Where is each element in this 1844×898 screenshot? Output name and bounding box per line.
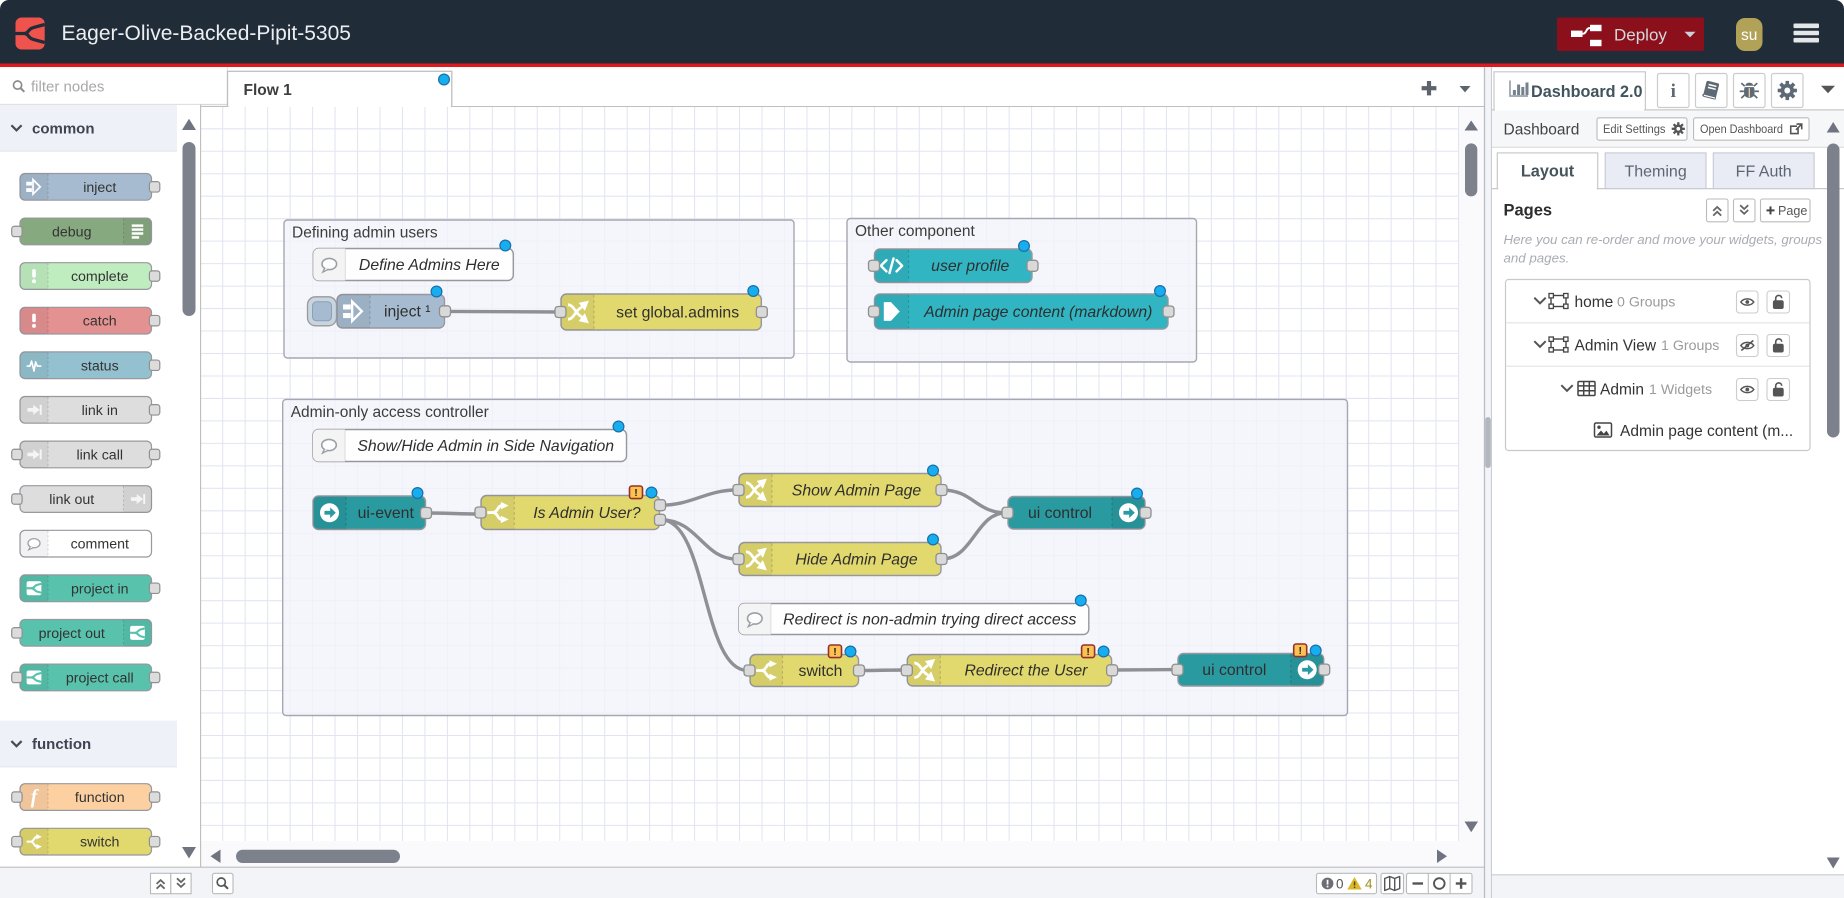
svg-text:!: ! [1086,646,1090,658]
svg-text:Page: Page [1778,204,1807,218]
svg-text:Is Admin User?: Is Admin User? [533,505,641,522]
svg-text:Here you can re-order and move: Here you can re-order and move your widg… [1504,232,1823,247]
svg-text:project in: project in [71,581,129,597]
svg-text:link in: link in [82,403,118,419]
svg-text:1 Groups: 1 Groups [1661,338,1719,354]
svg-text:Admin: Admin [1600,382,1644,399]
svg-text:home: home [1575,294,1614,311]
svg-text:Admin View: Admin View [1575,338,1657,355]
svg-text:Redirect is non-admin trying d: Redirect is non-admin trying direct acce… [783,611,1076,628]
svg-text:4: 4 [1365,876,1373,891]
svg-text:project call: project call [66,670,134,686]
svg-text:i: i [1671,81,1676,102]
svg-text:Edit Settings: Edit Settings [1603,122,1666,136]
svg-text:su: su [1741,27,1757,44]
svg-text:Layout: Layout [1521,163,1575,181]
svg-text:0: 0 [1336,876,1344,891]
svg-text:function: function [75,790,125,806]
svg-text:project out: project out [39,626,105,642]
svg-text:comment: comment [71,537,129,553]
svg-text:Theming: Theming [1624,164,1686,181]
svg-text:Show Admin Page: Show Admin Page [792,482,922,499]
svg-text:status: status [81,358,119,374]
svg-text:function: function [32,736,91,753]
svg-text:link call: link call [76,447,123,463]
svg-text:switch: switch [80,835,119,851]
svg-text:ui-event: ui-event [358,505,415,522]
svg-text:Admin-only access controller: Admin-only access controller [291,404,489,421]
svg-text:common: common [32,120,95,137]
svg-text:set global.admins: set global.admins [616,304,739,321]
svg-text:0 Groups: 0 Groups [1617,295,1675,311]
svg-text:ui control: ui control [1028,505,1092,522]
svg-text:catch: catch [83,314,117,330]
svg-text:Dashboard 2.0: Dashboard 2.0 [1531,83,1643,101]
svg-text:Eager-Olive-Backed-Pipit-5305: Eager-Olive-Backed-Pipit-5305 [62,22,351,45]
svg-text:debug: debug [52,224,91,240]
svg-text:inject: inject [83,180,116,196]
svg-text:Admin page content (markdown): Admin page content (markdown) [923,304,1152,321]
svg-text:ui control: ui control [1202,662,1266,679]
svg-text:complete: complete [71,269,129,285]
svg-text:1 Widgets: 1 Widgets [1649,382,1712,398]
svg-text:Show/Hide Admin in Side Naviga: Show/Hide Admin in Side Navigation [357,438,614,455]
svg-text:Admin page content (m...: Admin page content (m... [1620,423,1793,440]
svg-text:Define Admins Here: Define Admins Here [359,257,500,274]
svg-text:switch: switch [799,663,843,680]
svg-text:Other component: Other component [855,223,975,240]
svg-text:Deploy: Deploy [1614,26,1667,45]
svg-text:FF Auth: FF Auth [1736,164,1792,181]
svg-text:link out: link out [49,492,94,508]
svg-text:filter nodes: filter nodes [31,79,104,96]
svg-text:!: ! [1298,645,1302,657]
svg-text:!: ! [634,487,638,499]
svg-text:Defining admin users: Defining admin users [292,225,438,242]
svg-text:user profile: user profile [931,258,1009,275]
svg-text:Pages: Pages [1504,202,1553,220]
svg-text:Redirect the User: Redirect the User [964,663,1088,680]
svg-text:Hide Admin Page: Hide Admin Page [795,551,918,568]
svg-text:Dashboard: Dashboard [1504,122,1580,139]
svg-text:Flow 1: Flow 1 [244,82,293,99]
svg-text:!: ! [833,646,837,658]
svg-text:Open Dashboard: Open Dashboard [1700,122,1783,136]
svg-text:inject ¹: inject ¹ [384,304,431,321]
svg-text:and pages.: and pages. [1504,251,1570,266]
